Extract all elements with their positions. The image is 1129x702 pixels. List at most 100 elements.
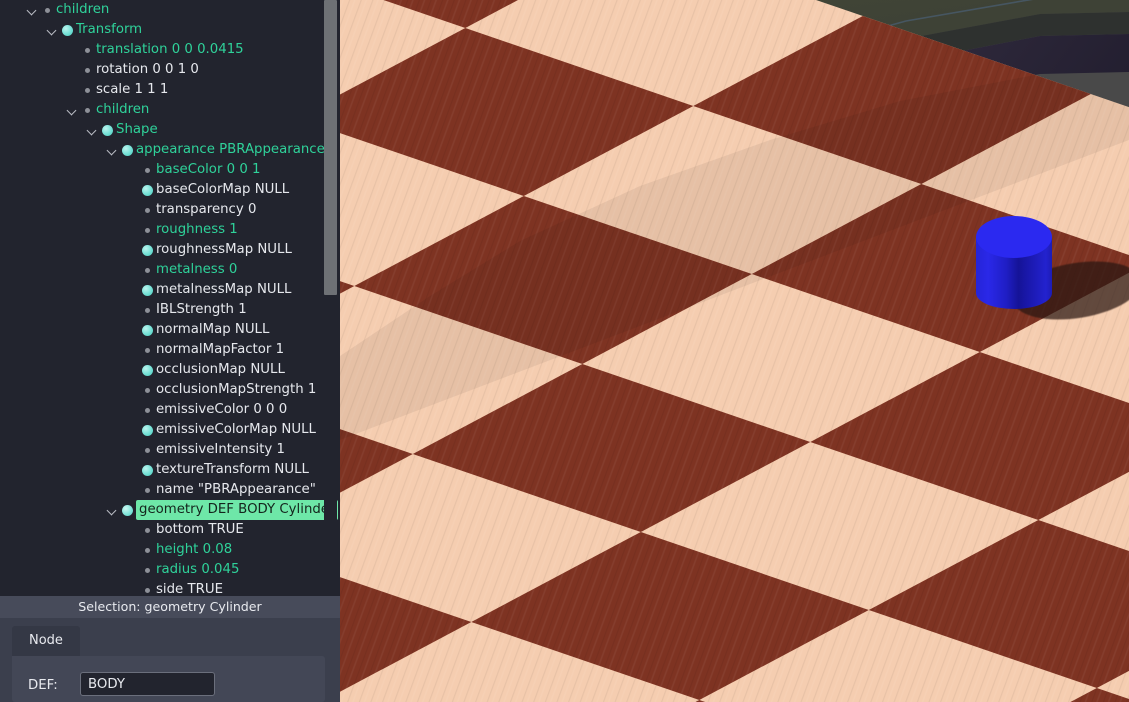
tree-row[interactable]: metalness 0 (0, 260, 325, 280)
tree-row[interactable]: Transform (0, 20, 325, 40)
tree-row-label: emissiveColor 0 0 0 (156, 402, 288, 417)
tree-row[interactable]: emissiveColorMap NULL (0, 420, 325, 440)
tree-row[interactable]: children (0, 100, 325, 120)
tree-row-label: roughness 1 (156, 222, 238, 237)
tree-row-label: occlusionMapStrength 1 (156, 382, 317, 397)
tree-row[interactable]: roughness 1 (0, 220, 325, 240)
tree-row-label: IBLStrength 1 (156, 302, 247, 317)
tree-row[interactable]: baseColor 0 0 1 (0, 160, 325, 180)
field-dot-icon (140, 300, 156, 320)
field-dot-icon (140, 580, 156, 596)
tree-row[interactable]: normalMapFactor 1 (0, 340, 325, 360)
chevron-down-icon[interactable] (84, 120, 100, 140)
tree-row-label: baseColor 0 0 1 (156, 162, 261, 177)
node-sphere-icon (120, 140, 136, 160)
cylinder-object[interactable] (976, 216, 1054, 326)
tree-row[interactable]: occlusionMap NULL (0, 360, 325, 380)
field-dot-icon (80, 40, 96, 60)
tree-row-label: emissiveIntensity 1 (156, 442, 285, 457)
tree-row[interactable]: appearance PBRAppearance (0, 140, 325, 160)
node-editor-pane: Node DEF: (0, 618, 340, 702)
tree-row[interactable]: geometry DEF BODY Cylinder (0, 500, 339, 520)
tree-row-label: radius 0.045 (156, 562, 240, 577)
node-sphere-icon (120, 500, 136, 520)
tree-row-label: occlusionMap NULL (156, 362, 285, 377)
chevron-down-icon[interactable] (24, 0, 40, 20)
tree-row[interactable]: radius 0.045 (0, 560, 325, 580)
cylinder-top-cap (976, 216, 1052, 258)
tree-row-label: side TRUE (156, 582, 223, 596)
tree-row[interactable]: Shape (0, 120, 325, 140)
tree-row-label: emissiveColorMap NULL (156, 422, 316, 437)
tree-row[interactable]: name "PBRAppearance" (0, 480, 325, 500)
tree-row-label: children (56, 2, 110, 17)
field-dot-icon (80, 80, 96, 100)
tree-row-label: geometry DEF BODY Cylinder (136, 500, 339, 520)
field-dot-icon (80, 100, 96, 120)
tree-row[interactable]: IBLStrength 1 (0, 300, 325, 320)
chevron-down-icon[interactable] (104, 500, 120, 520)
tree-row[interactable]: rotation 0 0 1 0 (0, 60, 325, 80)
tree-row[interactable]: bottom TRUE (0, 520, 325, 540)
chevron-down-icon[interactable] (64, 100, 80, 120)
scene-tree-panel[interactable]: children Transform translation 0 0 0.0415 r… (0, 0, 340, 596)
field-dot-icon (140, 200, 156, 220)
def-field-label: DEF: (28, 678, 58, 693)
node-sphere-icon (140, 180, 156, 200)
tree-row[interactable]: baseColorMap NULL (0, 180, 325, 200)
field-dot-icon (140, 260, 156, 280)
field-dot-icon (80, 60, 96, 80)
tree-row-label: Shape (116, 122, 158, 137)
tree-row[interactable]: metalnessMap NULL (0, 280, 325, 300)
tree-row-label: scale 1 1 1 (96, 82, 169, 97)
tree-row[interactable]: translation 0 0 0.0415 (0, 40, 325, 60)
3d-viewport[interactable] (340, 0, 1129, 702)
tree-scrollbar-thumb[interactable] (324, 0, 337, 295)
tree-row-label: textureTransform NULL (156, 462, 309, 477)
node-sphere-icon (140, 420, 156, 440)
tree-row[interactable]: emissiveIntensity 1 (0, 440, 325, 460)
tree-row[interactable]: occlusionMapStrength 1 (0, 380, 325, 400)
application-window: children Transform translation 0 0 0.0415 r… (0, 0, 1129, 702)
tree-scrollbar-track[interactable] (324, 0, 337, 596)
tree-row[interactable]: roughnessMap NULL (0, 240, 325, 260)
tree-row[interactable]: transparency 0 (0, 200, 325, 220)
tree-row-label: bottom TRUE (156, 522, 244, 537)
tree-row-label: transparency 0 (156, 202, 257, 217)
field-dot-icon (140, 480, 156, 500)
tree-row[interactable]: textureTransform NULL (0, 460, 325, 480)
tree-row[interactable]: scale 1 1 1 (0, 80, 325, 100)
tree-row-label: translation 0 0 0.0415 (96, 42, 244, 57)
chevron-down-icon[interactable] (44, 20, 60, 40)
tree-row-label: Transform (76, 22, 143, 37)
tree-row-label: metalness 0 (156, 262, 238, 277)
field-dot-icon (140, 380, 156, 400)
tree-row[interactable]: height 0.08 (0, 540, 325, 560)
chevron-down-icon[interactable] (104, 140, 120, 160)
tree-row[interactable]: normalMap NULL (0, 320, 325, 340)
tree-row[interactable]: emissiveColor 0 0 0 (0, 400, 325, 420)
field-dot-icon (140, 560, 156, 580)
tree-row[interactable]: children (0, 0, 325, 20)
field-dot-icon (140, 160, 156, 180)
tree-row-label: normalMap NULL (156, 322, 270, 337)
node-sphere-icon (60, 20, 76, 40)
def-input[interactable] (80, 672, 215, 696)
field-dot-icon (140, 340, 156, 360)
tree-row[interactable]: side TRUE (0, 580, 325, 596)
tab-node[interactable]: Node (12, 626, 80, 656)
